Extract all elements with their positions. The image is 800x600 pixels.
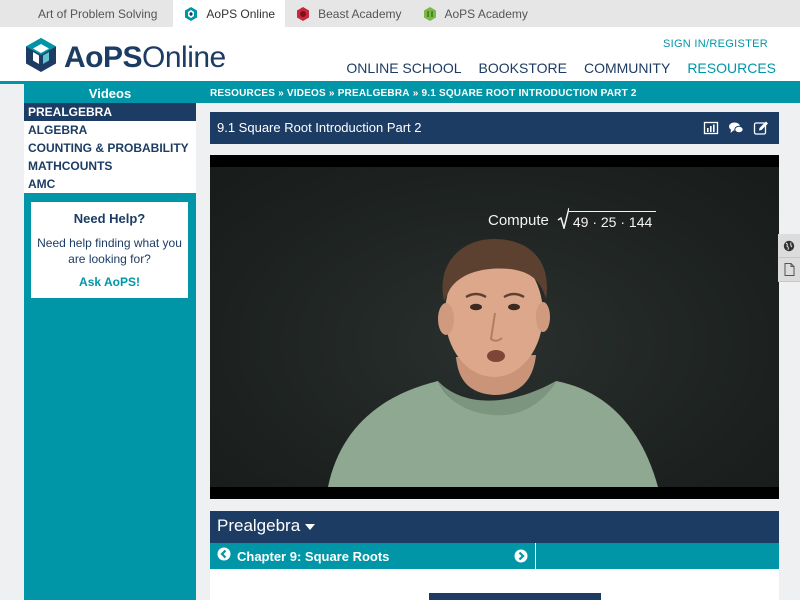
- breadcrumb-videos[interactable]: VIDEOS: [287, 88, 326, 99]
- site-link-aops-academy[interactable]: AoPS Academy: [412, 0, 538, 27]
- videos-sidebar: Videos PREALGEBRA ALGEBRA COUNTING & PRO…: [24, 84, 196, 600]
- breadcrumb: RESOURCES» VIDEOS» PREALGEBRA» 9.1 SQUARE R…: [196, 84, 800, 103]
- sidebar-item-amc[interactable]: AMC: [24, 175, 196, 193]
- help-text: Need help finding what you are looking f…: [37, 236, 182, 266]
- math-overlay: Compute 49 · 25 · 144: [488, 207, 657, 233]
- logo-word-online: Online: [142, 40, 226, 74]
- chapter-label[interactable]: Chapter 9: Square Roots: [237, 549, 389, 564]
- video-title-bar: 9.1 Square Root Introduction Part 2: [210, 112, 779, 144]
- sidebar-item-counting-probability[interactable]: COUNTING & PROBABILITY: [24, 139, 196, 157]
- globe-icon[interactable]: [778, 234, 800, 258]
- video-title: 9.1 Square Root Introduction Part 2: [217, 120, 422, 135]
- nav-community[interactable]: COMMUNITY: [584, 60, 670, 76]
- previous-chapter-icon[interactable]: [217, 547, 231, 566]
- site-label: Art of Problem Solving: [38, 6, 158, 21]
- site-label: Beast Academy: [318, 6, 402, 21]
- radical-expression: 49 · 25 · 144: [557, 207, 657, 233]
- chapter-bar: Chapter 9: Square Roots: [210, 543, 779, 569]
- logo-cube-icon: [24, 37, 58, 78]
- video-tools: [694, 120, 769, 136]
- site-link-aops-online[interactable]: AoPS Online: [173, 0, 286, 27]
- breadcrumb-separator: »: [412, 88, 419, 99]
- ask-aops-link[interactable]: Ask AoPS!: [31, 275, 188, 289]
- breadcrumb-separator: »: [328, 88, 335, 99]
- course-title: Prealgebra: [217, 516, 301, 535]
- aops-academy-icon: [422, 6, 438, 22]
- site-header: AoPSOnline SIGN IN/REGISTER ONLINE SCHOO…: [0, 27, 800, 84]
- floating-tools: [778, 234, 800, 282]
- site-label: AoPS Online: [206, 6, 276, 21]
- nav-resources[interactable]: RESOURCES: [687, 60, 776, 76]
- caret-down-icon: [305, 524, 316, 530]
- radicand: 49 · 25 · 144: [568, 210, 657, 230]
- breadcrumb-resources[interactable]: RESOURCES: [210, 88, 275, 99]
- video-frame: Compute 49 · 25 · 144: [210, 167, 779, 487]
- nav-bookstore[interactable]: BOOKSTORE: [479, 60, 567, 76]
- content-button[interactable]: [429, 593, 601, 600]
- help-title: Need Help?: [73, 211, 146, 226]
- breadcrumb-prealgebra[interactable]: PREALGEBRA: [338, 88, 410, 99]
- course-bar[interactable]: Prealgebra: [210, 511, 779, 543]
- sidebar-item-algebra[interactable]: ALGEBRA: [24, 121, 196, 139]
- beast-academy-icon: [295, 6, 311, 22]
- breadcrumb-separator: »: [278, 88, 284, 99]
- edit-icon[interactable]: [753, 120, 769, 136]
- sidebar-item-mathcounts[interactable]: MATHCOUNTS: [24, 157, 196, 175]
- next-chapter-icon[interactable]: [514, 549, 528, 568]
- site-link-aops[interactable]: Art of Problem Solving: [0, 0, 173, 27]
- main-nav: ONLINE SCHOOL BOOKSTORE COMMUNITY RESOUR…: [329, 60, 776, 76]
- sidebar-item-prealgebra[interactable]: PREALGEBRA: [24, 103, 196, 121]
- aops-online-icon: [183, 6, 199, 22]
- course-dropdown[interactable]: Prealgebra: [217, 516, 316, 536]
- site-switcher-bar: Art of Problem Solving AoPS Online Beast…: [0, 0, 800, 27]
- site-label: AoPS Academy: [444, 6, 528, 21]
- aops-online-logo[interactable]: AoPSOnline: [24, 37, 226, 78]
- stats-icon[interactable]: [703, 120, 719, 136]
- overlay-word: Compute: [488, 211, 549, 229]
- logo-wordmark: AoPSOnline: [64, 41, 226, 75]
- logo-word-aops: AoPS: [64, 40, 143, 74]
- comments-icon[interactable]: [728, 120, 744, 136]
- site-link-beast-academy[interactable]: Beast Academy: [285, 0, 411, 27]
- document-icon[interactable]: [778, 258, 800, 282]
- sidebar-title: Videos: [88, 86, 132, 101]
- video-player[interactable]: Compute 49 · 25 · 144: [210, 155, 779, 499]
- chapter-selector: Chapter 9: Square Roots: [210, 543, 536, 569]
- sidebar-list: PREALGEBRA ALGEBRA COUNTING & PROBABILIT…: [24, 103, 196, 193]
- breadcrumb-current: 9.1 SQUARE ROOT INTRODUCTION PART 2: [421, 88, 637, 99]
- nav-online-school[interactable]: ONLINE SCHOOL: [346, 60, 461, 76]
- radical-sign-icon: [557, 207, 570, 233]
- need-help-box: Need Help? Need help finding what you ar…: [31, 202, 188, 298]
- sign-in-register-link[interactable]: SIGN IN/REGISTER: [663, 38, 768, 50]
